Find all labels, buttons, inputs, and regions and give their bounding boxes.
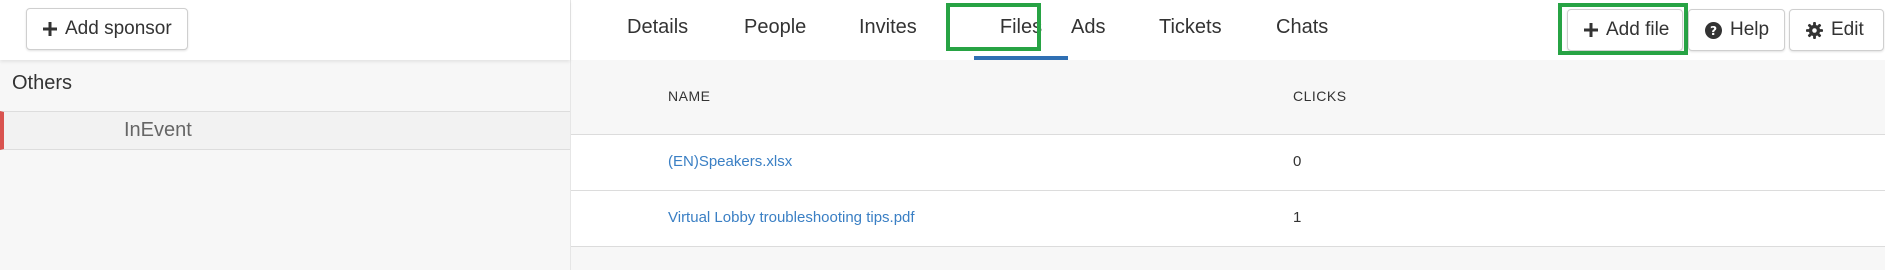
tab-tickets[interactable]: Tickets: [1159, 0, 1222, 60]
add-file-button[interactable]: Add file: [1567, 9, 1683, 51]
main-content: Details People Invites Files Ads Tickets…: [571, 0, 1885, 270]
sponsor-list-item[interactable]: InEvent: [0, 111, 570, 150]
tab-label: Tickets: [1159, 16, 1222, 38]
tab-ads[interactable]: Ads: [1071, 0, 1105, 60]
tab-invites[interactable]: Invites: [859, 0, 917, 60]
tab-files[interactable]: Files: [974, 0, 1068, 60]
tab-label: Invites: [859, 16, 917, 38]
help-button[interactable]: ? Help: [1688, 9, 1785, 51]
tab-label: People: [744, 16, 807, 38]
sponsor-sidebar: Add sponsor Others InEvent: [0, 0, 571, 270]
sponsor-group-title: Others: [12, 72, 73, 94]
tab-people[interactable]: People: [744, 0, 806, 60]
table-row: Virtual Lobby troubleshooting tips.pdf 1: [571, 191, 1885, 247]
add-sponsor-button[interactable]: Add sponsor: [26, 8, 188, 50]
tab-label: Details: [627, 16, 689, 38]
sponsor-name: InEvent: [124, 119, 192, 141]
gear-icon: [1806, 21, 1823, 39]
file-clicks: 1: [1293, 209, 1302, 226]
files-table: NAME CLICKS (EN)Speakers.xlsx 0 Virtual …: [571, 60, 1885, 247]
add-file-label: Add file: [1606, 19, 1670, 40]
edit-label: Edit: [1831, 19, 1864, 40]
plus-icon: [1584, 23, 1598, 37]
file-clicks: 0: [1293, 153, 1302, 170]
table-row: (EN)Speakers.xlsx 0: [571, 135, 1885, 191]
clicks-column-header: CLICKS: [1293, 88, 1347, 104]
add-sponsor-label: Add sponsor: [65, 18, 172, 39]
tab-chats[interactable]: Chats: [1276, 0, 1328, 60]
name-column-header: NAME: [668, 88, 711, 104]
table-header: NAME CLICKS: [571, 60, 1885, 135]
tab-label: Files: [999, 16, 1043, 38]
file-link[interactable]: (EN)Speakers.xlsx: [668, 153, 792, 170]
edit-button[interactable]: Edit: [1789, 9, 1884, 51]
question-circle-icon: ?: [1705, 21, 1722, 39]
help-label: Help: [1730, 19, 1770, 40]
plus-icon: [43, 22, 57, 36]
tab-label: Chats: [1276, 16, 1329, 38]
file-link[interactable]: Virtual Lobby troubleshooting tips.pdf: [668, 209, 915, 226]
svg-text:?: ?: [1710, 23, 1717, 37]
tab-bar: Details People Invites Files Ads Tickets…: [571, 0, 1885, 60]
app: Add sponsor Others InEvent Details Peopl…: [0, 0, 1885, 270]
sidebar-toolbar: Add sponsor: [0, 0, 570, 60]
tab-details[interactable]: Details: [627, 0, 688, 60]
tab-label: Ads: [1071, 16, 1106, 38]
